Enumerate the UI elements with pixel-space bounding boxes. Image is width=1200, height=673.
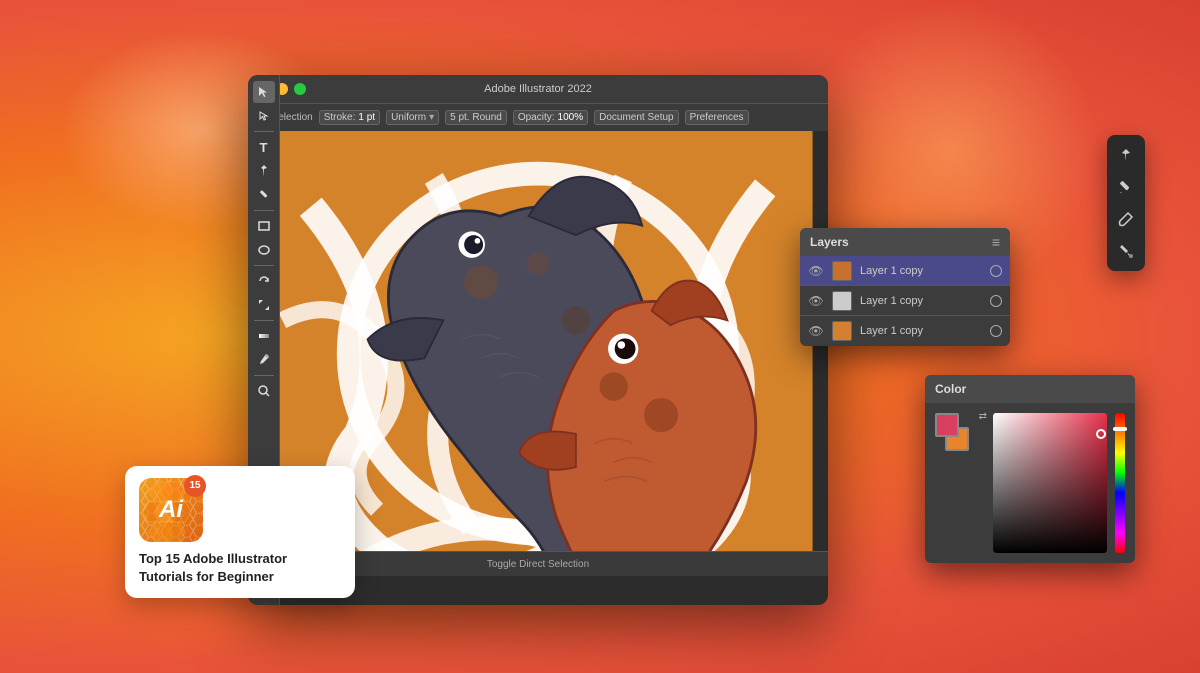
color-panel-title: Color: [935, 382, 966, 396]
stroke-style[interactable]: Uniform ▾: [386, 110, 439, 125]
toolbar-row: No Selection Stroke: 1 pt Uniform ▾ 5 pt…: [248, 103, 828, 131]
tool-rectangle[interactable]: [253, 215, 275, 237]
tool-ellipse[interactable]: [253, 239, 275, 261]
layer-circle-3: [990, 325, 1002, 337]
color-hue-bar[interactable]: [1115, 413, 1125, 553]
layer-name-3: Layer 1 copy: [860, 325, 982, 337]
rt-pencil-tool[interactable]: [1112, 173, 1140, 201]
tool-separator-2: [254, 210, 274, 211]
tool-separator-1: [254, 131, 274, 132]
stroke-control[interactable]: Stroke: 1 pt: [319, 110, 380, 125]
hue-cursor: [1113, 427, 1127, 431]
tool-separator-3: [254, 265, 274, 266]
tool-pen[interactable]: [253, 160, 275, 182]
tool-select[interactable]: [253, 81, 275, 103]
color-panel-body: ⇄: [925, 403, 1135, 563]
rt-paint-bucket-tool[interactable]: [1112, 237, 1140, 265]
tool-pencil[interactable]: [253, 184, 275, 206]
layers-panel-title: Layers: [810, 235, 849, 249]
layer-visibility-1[interactable]: 👁: [808, 263, 824, 279]
swap-colors-icon[interactable]: ⇄: [979, 411, 987, 422]
badge-top: Ai 15: [139, 478, 341, 542]
tool-separator-5: [254, 375, 274, 376]
layer-visibility-2[interactable]: 👁: [808, 293, 824, 309]
layers-panel: Layers ≡ 👁 Layer 1 copy 👁 Layer 1 copy 👁…: [800, 228, 1010, 346]
layer-item-1[interactable]: 👁 Layer 1 copy: [800, 256, 1010, 286]
tool-scale[interactable]: [253, 294, 275, 316]
tool-direct-select[interactable]: [253, 105, 275, 127]
layer-name-2: Layer 1 copy: [860, 295, 982, 307]
color-panel: Color ⇄: [925, 375, 1135, 563]
badge-icon-container: Ai 15: [139, 478, 203, 542]
window-titlebar: Adobe Illustrator 2022: [248, 75, 828, 103]
layer-thumb-1: [832, 261, 852, 281]
color-swatches-container: ⇄: [935, 413, 985, 463]
layer-name-1: Layer 1 copy: [860, 265, 982, 277]
document-setup-btn[interactable]: Document Setup: [594, 110, 679, 125]
layer-item-2[interactable]: 👁 Layer 1 copy: [800, 286, 1010, 316]
layers-panel-header: Layers ≡: [800, 228, 1010, 256]
right-floating-toolbar: [1107, 135, 1145, 271]
badge-ai-icon-text: Ai: [159, 496, 183, 524]
window-title: Adobe Illustrator 2022: [484, 83, 592, 95]
opacity-control[interactable]: Opacity: 100%: [513, 110, 588, 125]
layer-circle-2: [990, 295, 1002, 307]
badge-count: 15: [184, 475, 206, 497]
layer-thumb-2: [832, 291, 852, 311]
rt-pen-tool[interactable]: [1112, 141, 1140, 169]
tool-separator-4: [254, 320, 274, 321]
color-gradient-picker[interactable]: [993, 413, 1107, 553]
color-picker-cursor: [1096, 429, 1106, 439]
fullscreen-button[interactable]: [294, 83, 306, 95]
badge-title: Top 15 Adobe Illustrator Tutorials for B…: [139, 550, 341, 586]
layers-menu-icon[interactable]: ≡: [992, 234, 1000, 250]
rt-brush-tool[interactable]: [1112, 205, 1140, 233]
tool-gradient[interactable]: [253, 325, 275, 347]
bottom-bar-text: Toggle Direct Selection: [487, 559, 589, 570]
layer-visibility-3[interactable]: 👁: [808, 323, 824, 339]
tool-eyedropper[interactable]: [253, 349, 275, 371]
color-gradient-dark: [993, 413, 1107, 553]
tool-rotate[interactable]: [253, 270, 275, 292]
tool-type[interactable]: T: [253, 136, 275, 158]
preferences-btn[interactable]: Preferences: [685, 110, 749, 125]
badge-card: Ai 15 Top 15 Adobe Illustrator Tutorials…: [125, 466, 355, 598]
brush-size[interactable]: 5 pt. Round: [445, 110, 507, 125]
tool-zoom[interactable]: [253, 380, 275, 402]
layer-item-3[interactable]: 👁 Layer 1 copy: [800, 316, 1010, 346]
layer-thumb-3: [832, 321, 852, 341]
color-panel-header: Color: [925, 375, 1135, 403]
layer-circle-1: [990, 265, 1002, 277]
color-swatch-fg[interactable]: [935, 413, 959, 437]
